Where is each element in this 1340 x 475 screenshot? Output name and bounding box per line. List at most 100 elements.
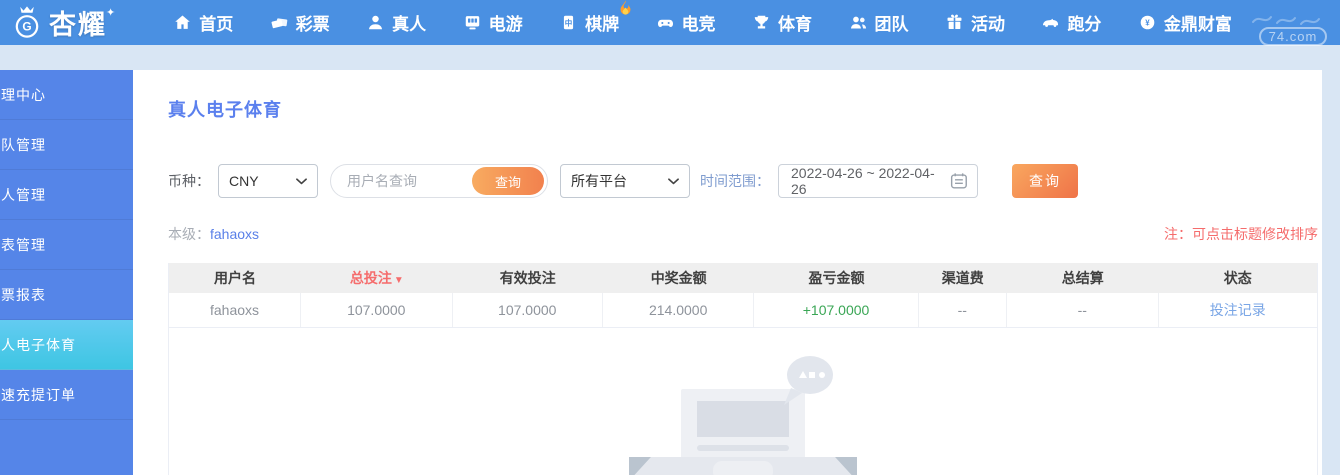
sidebar-item-label: 团队管理 (0, 136, 46, 153)
nav-item-label: 团队 (874, 15, 909, 34)
sidebar-item-member-manage[interactable]: 个人管理 (0, 170, 133, 220)
nav-item-esports[interactable]: 电竞 (656, 10, 716, 35)
nav-item-activity[interactable]: 活动 (945, 10, 1005, 35)
level-label: 本级： (168, 226, 210, 242)
username-search-button[interactable]: 查询 (472, 167, 544, 195)
level-username[interactable]: fahaoxs (210, 226, 259, 242)
layout: 管理中心团队管理个人管理报表管理彩票报表真人电子体育极速充提订单 真人电子体育 … (0, 70, 1340, 475)
gamepad-icon (656, 13, 675, 32)
currency-label: 币种： (168, 173, 210, 189)
nav-item-live[interactable]: 真人 (366, 10, 426, 35)
column-header-label: 总结算 (1061, 270, 1104, 286)
empty-inbox-illustration (615, 331, 871, 475)
nav-item-label: 活动 (970, 15, 1005, 34)
nav-item-label: 金鼎财富 (1163, 15, 1232, 34)
table-header-row: 用户名 总投注 ▼ 有效投注 中奖金额 盈亏金额 渠道费 总结算 状态 (169, 263, 1317, 293)
column-header-1[interactable]: 总投注 ▼ (301, 268, 453, 288)
column-header-label: 状态 (1223, 270, 1252, 286)
sidebar-item-label: 报表管理 (0, 236, 46, 253)
sub-band (0, 45, 1340, 70)
sidebar-item-label: 彩票报表 (0, 286, 46, 303)
date-range-value: 2022-04-26 ~ 2022-04-26 (791, 165, 935, 197)
top-nav: G 杏耀 ✦ 首页 彩票 真人 电游 中 棋牌 电竞 体育 团队 活动 跑分 ¥ 金鼎财富 74.com (0, 0, 1340, 46)
nav-item-label: 电竞 (681, 15, 716, 34)
column-header-5[interactable]: 渠道费 (919, 268, 1007, 288)
sidebar-item-label: 个人管理 (0, 186, 46, 203)
nav-item-home[interactable]: 首页 (173, 10, 233, 35)
nav-item-label: 首页 (199, 15, 234, 34)
chevron-down-icon (668, 177, 679, 185)
table-cell: +107.0000 (754, 293, 919, 327)
svg-text:¥: ¥ (1145, 19, 1150, 28)
slot-machine-icon (463, 13, 482, 32)
column-header-0[interactable]: 用户名 (169, 268, 301, 288)
platform-select-value: 所有平台 (571, 173, 627, 189)
search-button[interactable]: 查询 (1012, 164, 1078, 198)
bet-records-link[interactable]: 投注记录 (1159, 293, 1317, 327)
column-header-4[interactable]: 盈亏金额 (754, 268, 918, 288)
nav-item-team[interactable]: 团队 (849, 10, 909, 35)
trophy-icon (752, 13, 771, 32)
table-row: fahaoxs 107.0000 107.0000 214.0000 +107.0000… (169, 293, 1317, 328)
nav-item-label: 棋牌 (585, 15, 620, 34)
filter-bar: 币种： CNY 查询 所有平台 时间范围： 2022-04-26 ~ 2022-… (168, 164, 1318, 198)
column-header-7[interactable]: 状态 (1159, 268, 1317, 288)
sparkle-icon: ✦ (106, 7, 116, 19)
nav-item-label: 彩票 (295, 15, 330, 34)
watermark: 74.com (1250, 11, 1336, 46)
level-row: 本级：fahaoxs 注：可点击标题修改排序 (168, 224, 1318, 244)
column-header-label: 总投注 (349, 270, 392, 286)
home-icon (173, 13, 192, 32)
sort-desc-icon: ▼ (393, 275, 404, 286)
gift-icon (945, 13, 964, 32)
report-table: 用户名 总投注 ▼ 有效投注 中奖金额 盈亏金额 渠道费 总结算 状态 fahaoxs 107.0… (168, 263, 1318, 475)
sort-note: 注：可点击标题修改排序 (1164, 226, 1318, 242)
nav-item-sports[interactable]: 体育 (752, 10, 812, 35)
column-header-label: 用户名 (214, 270, 256, 286)
nav-item-paofen[interactable]: 跑分 (1041, 10, 1101, 35)
currency-select-value: CNY (229, 173, 259, 189)
ticket-icon (270, 13, 289, 32)
table-cell: -- (1007, 293, 1159, 327)
table-cell: 107.0000 (301, 293, 453, 327)
sidebar-item-quick-deposit-orders[interactable]: 极速充提订单 (0, 370, 133, 420)
flame-icon (617, 0, 634, 16)
column-header-label: 有效投注 (499, 270, 556, 286)
sidebar-item-label: 极速充提订单 (0, 386, 76, 403)
sidebar-item-lottery-report[interactable]: 彩票报表 (0, 270, 133, 320)
main-content: 真人电子体育 币种： CNY 查询 所有平台 时间范围： 20 (133, 70, 1322, 475)
column-header-label: 渠道费 (941, 270, 984, 286)
sidebar-item-live-esports[interactable]: 真人电子体育 (0, 320, 133, 370)
table-cell: -- (919, 293, 1007, 327)
platform-select[interactable]: 所有平台 (560, 164, 690, 198)
chevron-down-icon (296, 177, 307, 185)
page-title: 真人电子体育 (168, 100, 282, 120)
sidebar-item-report-manage[interactable]: 报表管理 (0, 220, 133, 270)
username-input[interactable] (347, 173, 472, 189)
sidebar-item-label: 真人电子体育 (0, 336, 76, 353)
table-cell: 214.0000 (603, 293, 755, 327)
table-cell: 107.0000 (453, 293, 603, 327)
nav-item-egames[interactable]: 电游 (463, 10, 523, 35)
username-search-field: 查询 (330, 164, 548, 198)
coin-icon: ¥ (1138, 13, 1157, 32)
sidebar-item-label: 管理中心 (0, 86, 46, 103)
nav-item-label: 跑分 (1067, 15, 1102, 34)
sidebar-item-team-manage[interactable]: 团队管理 (0, 120, 133, 170)
nav-item-jindingcaifu[interactable]: ¥ 金鼎财富 (1138, 10, 1232, 35)
team-icon (849, 13, 868, 32)
column-header-2[interactable]: 有效投注 (453, 268, 603, 288)
date-range-input[interactable]: 2022-04-26 ~ 2022-04-26 (778, 164, 978, 198)
nav-item-lottery[interactable]: 彩票 (270, 10, 330, 35)
column-header-3[interactable]: 中奖金额 (603, 268, 755, 288)
nav-item-boardcards[interactable]: 中 棋牌 (559, 0, 631, 35)
nav-item-label: 电游 (488, 15, 523, 34)
brand-logo[interactable]: G 杏耀 ✦ (10, 3, 121, 43)
date-range-label: 时间范围： (700, 173, 770, 189)
nav-menu: 首页 彩票 真人 电游 中 棋牌 电竞 体育 团队 活动 跑分 ¥ 金鼎财富 (173, 0, 1232, 35)
column-header-6[interactable]: 总结算 (1007, 268, 1159, 288)
currency-select[interactable]: CNY (218, 164, 318, 198)
svg-text:中: 中 (565, 18, 573, 28)
sidebar-item-admin-center[interactable]: 管理中心 (0, 70, 133, 120)
current-level: 本级：fahaoxs (168, 224, 259, 244)
